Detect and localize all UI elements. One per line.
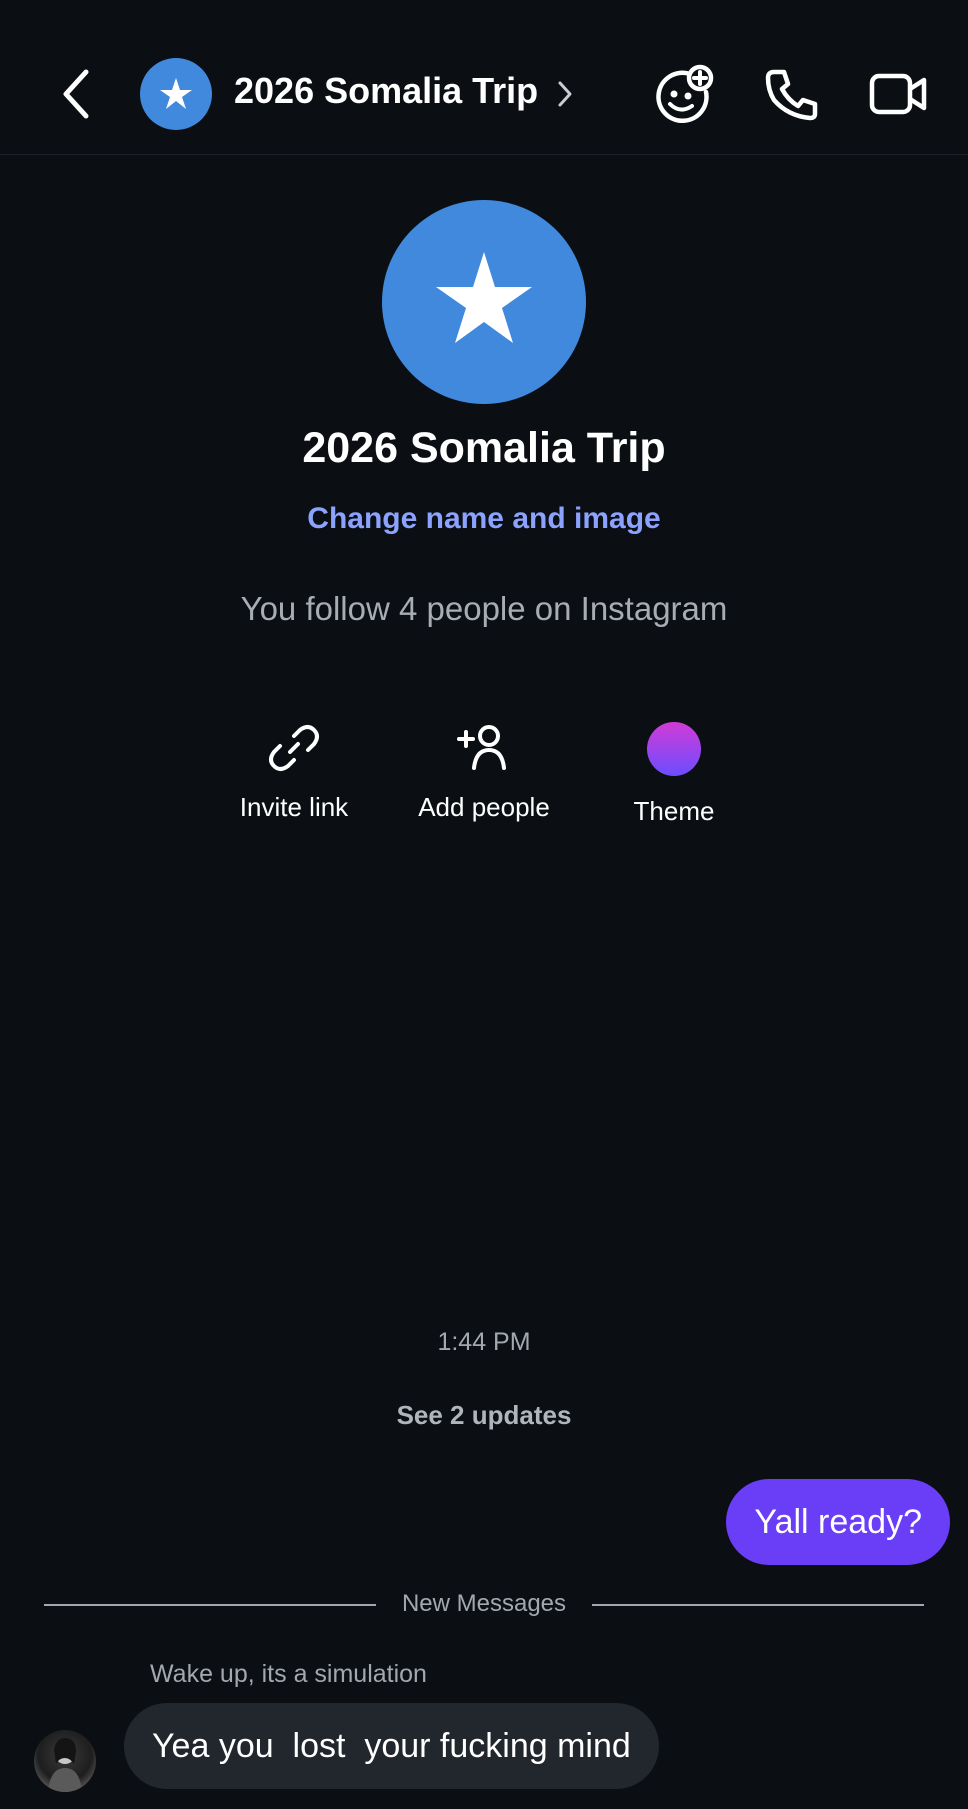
group-name: 2026 Somalia Trip xyxy=(302,424,666,472)
add-people-button[interactable]: Add people xyxy=(394,718,574,823)
profile-photo-icon xyxy=(48,1738,82,1792)
theme-button[interactable]: Theme xyxy=(584,718,764,827)
star-icon xyxy=(436,252,532,343)
theme-swatch xyxy=(647,722,701,776)
back-arrow-icon xyxy=(63,69,89,119)
chat-header: 2026 Somalia Trip xyxy=(0,0,968,155)
see-updates-link[interactable]: See 2 updates xyxy=(0,1400,968,1431)
incoming-message-bubble[interactable]: Yea you lost your fucking mind xyxy=(124,1703,659,1789)
outgoing-message-bubble[interactable]: Yall ready? xyxy=(726,1479,950,1565)
invite-link-button[interactable]: Invite link xyxy=(204,718,384,823)
invite-link-label: Invite link xyxy=(239,792,349,822)
back-button[interactable] xyxy=(56,66,100,122)
add-people-label: Add people xyxy=(418,792,550,822)
group-avatar-small[interactable] xyxy=(140,58,212,130)
link-icon xyxy=(269,725,319,771)
follow-info: You follow 4 people on Instagram xyxy=(240,590,728,627)
video-camera-icon[interactable] xyxy=(866,62,930,126)
theme-label: Theme xyxy=(633,796,715,826)
phone-icon[interactable] xyxy=(760,62,824,126)
message-timestamp: 1:44 PM xyxy=(437,1328,531,1356)
add-effects-icon[interactable] xyxy=(652,62,716,126)
sender-avatar[interactable] xyxy=(34,1730,96,1792)
star-icon xyxy=(160,78,192,109)
divider-line-right xyxy=(592,1604,924,1606)
chevron-right-icon[interactable] xyxy=(556,79,574,109)
chat-title[interactable]: 2026 Somalia Trip xyxy=(234,70,538,112)
group-avatar[interactable] xyxy=(382,200,586,404)
add-person-icon xyxy=(457,725,506,770)
sender-note: Wake up, its a simulation xyxy=(150,1660,427,1688)
change-name-image-link[interactable]: Change name and image xyxy=(0,502,968,536)
